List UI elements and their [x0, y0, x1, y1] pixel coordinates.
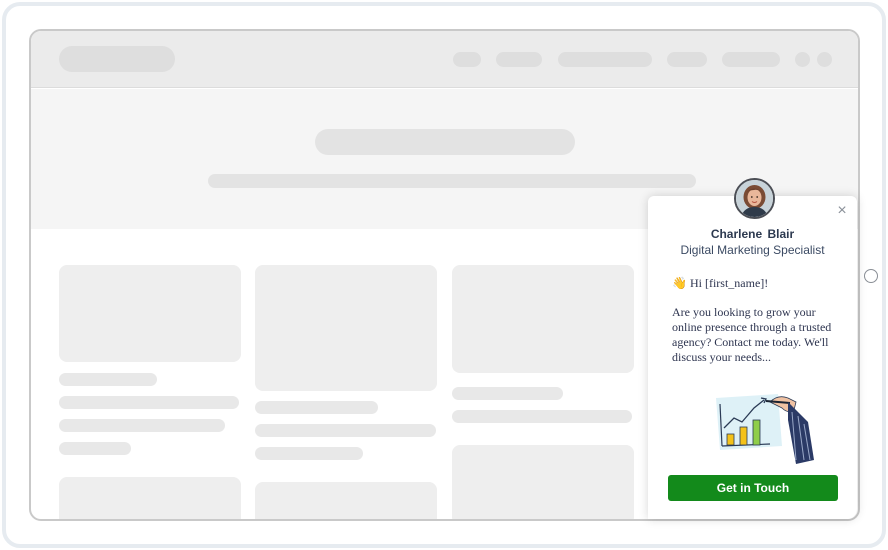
placeholder-nav-link — [722, 52, 780, 67]
placeholder-text — [452, 387, 563, 400]
placeholder-navbar — [31, 31, 858, 88]
placeholder-logo — [59, 46, 175, 72]
placeholder-nav-icon — [817, 52, 832, 67]
waving-hand-icon: 👋 — [672, 276, 687, 290]
placeholder-text — [255, 401, 378, 414]
placeholder-text — [452, 410, 632, 423]
placeholder-nav-link — [558, 52, 652, 67]
placeholder-card-image — [255, 482, 437, 519]
device-home-button[interactable] — [864, 269, 878, 283]
growth-chart-illustration-icon — [708, 380, 820, 466]
placeholder-nav-link — [667, 52, 707, 67]
placeholder-text — [59, 373, 157, 386]
placeholder-text — [255, 447, 363, 460]
close-icon[interactable]: × — [835, 203, 849, 219]
agent-avatar-icon — [734, 178, 775, 219]
placeholder-card-image — [255, 265, 437, 391]
placeholder-text — [255, 424, 436, 437]
greeting-text: Hi [first_name]! — [689, 276, 769, 290]
placeholder-nav-icon — [795, 52, 810, 67]
agent-name: Charlene Blair — [710, 227, 795, 241]
placeholder-card-image — [452, 265, 634, 373]
placeholder-card-image — [59, 477, 241, 519]
placeholder-hero-subtitle — [208, 174, 696, 188]
placeholder-card-image — [452, 445, 634, 519]
greeting: 👋 Hi [first_name]! — [672, 276, 768, 291]
placeholder-nav-link — [453, 52, 481, 67]
placeholder-text — [59, 442, 131, 455]
placeholder-hero-title — [315, 129, 575, 155]
placeholder-card-image — [59, 265, 241, 362]
placeholder-text — [59, 396, 239, 409]
placeholder-text — [59, 419, 225, 432]
get-in-touch-button[interactable]: Get in Touch — [668, 475, 838, 501]
agent-role: Digital Marketing Specialist — [680, 243, 825, 257]
placeholder-nav-link — [496, 52, 542, 67]
popup-message: Are you looking to grow your online pres… — [672, 305, 832, 364]
